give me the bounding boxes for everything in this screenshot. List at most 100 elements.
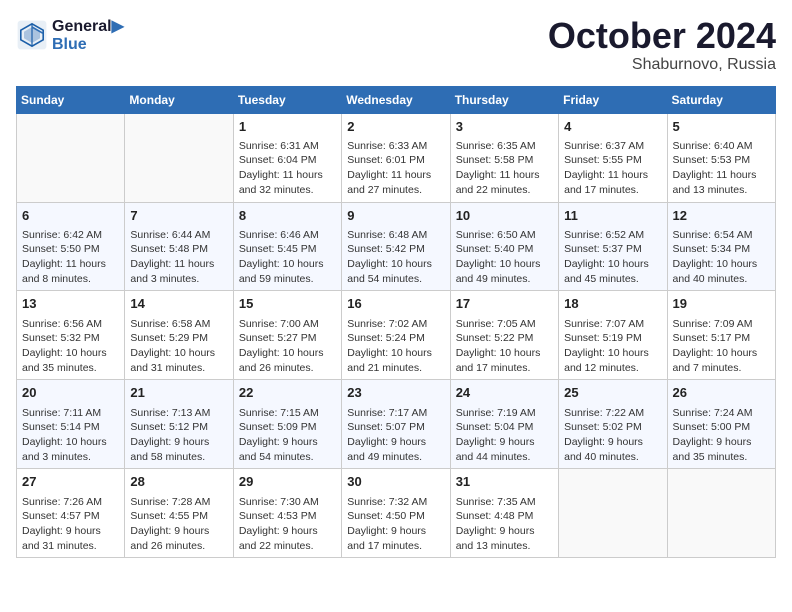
calendar-cell — [125, 113, 233, 202]
cell-content: Sunrise: 6:46 AMSunset: 5:45 PMDaylight:… — [239, 228, 336, 287]
calendar-cell: 16Sunrise: 7:02 AMSunset: 5:24 PMDayligh… — [342, 291, 450, 380]
calendar-cell: 4 Sunrise: 6:37 AMSunset: 5:55 PMDaylight… — [559, 113, 667, 202]
calendar-cell: 11 Sunrise: 6:52 AMSunset: 5:37 PMDayligh… — [559, 202, 667, 291]
cell-content: Sunrise: 7:15 AMSunset: 5:09 PMDaylight:… — [239, 406, 336, 465]
calendar-cell: 3Sunrise: 6:35 AMSunset: 5:58 PMDaylight… — [450, 113, 558, 202]
calendar-cell: 5 Sunrise: 6:40 AMSunset: 5:53 PMDaylight… — [667, 113, 775, 202]
calendar-week-row: 1 Sunrise: 6:31 AMSunset: 6:04 PMDaylight… — [17, 113, 776, 202]
cell-content: Sunrise: 6:33 AMSunset: 6:01 PMDaylight:… — [347, 139, 444, 198]
cell-content: Sunrise: 7:30 AMSunset: 4:53 PMDaylight:… — [239, 495, 336, 554]
calendar-cell: 19 Sunrise: 7:09 AMSunset: 5:17 PMDayligh… — [667, 291, 775, 380]
day-number: 23 — [347, 384, 444, 402]
cell-content: Sunrise: 7:26 AMSunset: 4:57 PMDaylight:… — [22, 495, 119, 554]
day-number: 2 — [347, 118, 444, 136]
day-number: 11 — [564, 207, 661, 225]
day-number: 18 — [564, 295, 661, 313]
day-number: 12 — [673, 207, 770, 225]
cell-content: Sunrise: 7:00 AMSunset: 5:27 PMDaylight:… — [239, 317, 336, 376]
cell-content: Sunrise: 7:09 AMSunset: 5:17 PMDaylight:… — [673, 317, 770, 376]
calendar-cell: 27 Sunrise: 7:26 AMSunset: 4:57 PMDayligh… — [17, 469, 125, 558]
logo-icon — [16, 19, 48, 51]
day-number: 9 — [347, 207, 444, 225]
cell-content: Sunrise: 7:13 AMSunset: 5:12 PMDaylight:… — [130, 406, 227, 465]
day-number: 6 — [22, 207, 119, 225]
day-number: 24 — [456, 384, 553, 402]
day-number: 22 — [239, 384, 336, 402]
calendar-cell: 24 Sunrise: 7:19 AMSunset: 5:04 PMDayligh… — [450, 380, 558, 469]
weekday-header-row: SundayMondayTuesdayWednesdayThursdayFrid… — [17, 86, 776, 113]
cell-content: Sunrise: 7:11 AMSunset: 5:14 PMDaylight:… — [22, 406, 119, 465]
calendar-cell: 10 Sunrise: 6:50 AMSunset: 5:40 PMDayligh… — [450, 202, 558, 291]
day-number: 14 — [130, 295, 227, 313]
cell-content: Sunrise: 6:50 AMSunset: 5:40 PMDaylight:… — [456, 228, 553, 287]
calendar-cell: 30Sunrise: 7:32 AMSunset: 4:50 PMDayligh… — [342, 469, 450, 558]
calendar-week-row: 13Sunrise: 6:56 AMSunset: 5:32 PMDayligh… — [17, 291, 776, 380]
day-number: 19 — [673, 295, 770, 313]
calendar-cell: 17 Sunrise: 7:05 AMSunset: 5:22 PMDayligh… — [450, 291, 558, 380]
day-number: 21 — [130, 384, 227, 402]
calendar-cell: 6 Sunrise: 6:42 AMSunset: 5:50 PMDaylight… — [17, 202, 125, 291]
cell-content: Sunrise: 7:24 AMSunset: 5:00 PMDaylight:… — [673, 406, 770, 465]
calendar-cell: 22 Sunrise: 7:15 AMSunset: 5:09 PMDayligh… — [233, 380, 341, 469]
day-number: 1 — [239, 118, 336, 136]
weekday-header-monday: Monday — [125, 86, 233, 113]
cell-content: Sunrise: 7:19 AMSunset: 5:04 PMDaylight:… — [456, 406, 553, 465]
cell-content: Sunrise: 6:48 AMSunset: 5:42 PMDaylight:… — [347, 228, 444, 287]
day-number: 13 — [22, 295, 119, 313]
calendar-cell: 21 Sunrise: 7:13 AMSunset: 5:12 PMDayligh… — [125, 380, 233, 469]
cell-content: Sunrise: 6:31 AMSunset: 6:04 PMDaylight:… — [239, 139, 336, 198]
day-number: 4 — [564, 118, 661, 136]
calendar-cell: 29 Sunrise: 7:30 AMSunset: 4:53 PMDayligh… — [233, 469, 341, 558]
cell-content: Sunrise: 6:42 AMSunset: 5:50 PMDaylight:… — [22, 228, 119, 287]
logo-text: General▶ Blue — [52, 16, 124, 54]
cell-content: Sunrise: 6:58 AMSunset: 5:29 PMDaylight:… — [130, 317, 227, 376]
weekday-header-wednesday: Wednesday — [342, 86, 450, 113]
cell-content: Sunrise: 6:52 AMSunset: 5:37 PMDaylight:… — [564, 228, 661, 287]
day-number: 25 — [564, 384, 661, 402]
day-number: 27 — [22, 473, 119, 491]
calendar-cell: 12 Sunrise: 6:54 AMSunset: 5:34 PMDayligh… — [667, 202, 775, 291]
cell-content: Sunrise: 7:07 AMSunset: 5:19 PMDaylight:… — [564, 317, 661, 376]
day-number: 20 — [22, 384, 119, 402]
weekday-header-tuesday: Tuesday — [233, 86, 341, 113]
calendar-cell: 28Sunrise: 7:28 AMSunset: 4:55 PMDayligh… — [125, 469, 233, 558]
calendar-cell: 25Sunrise: 7:22 AMSunset: 5:02 PMDayligh… — [559, 380, 667, 469]
calendar-cell: 26 Sunrise: 7:24 AMSunset: 5:00 PMDayligh… — [667, 380, 775, 469]
calendar-cell: 14 Sunrise: 6:58 AMSunset: 5:29 PMDayligh… — [125, 291, 233, 380]
weekday-header-sunday: Sunday — [17, 86, 125, 113]
day-number: 5 — [673, 118, 770, 136]
day-number: 29 — [239, 473, 336, 491]
weekday-header-friday: Friday — [559, 86, 667, 113]
weekday-header-thursday: Thursday — [450, 86, 558, 113]
cell-content: Sunrise: 7:35 AMSunset: 4:48 PMDaylight:… — [456, 495, 553, 554]
day-number: 16 — [347, 295, 444, 313]
cell-content: Sunrise: 6:44 AMSunset: 5:48 PMDaylight:… — [130, 228, 227, 287]
day-number: 8 — [239, 207, 336, 225]
calendar-cell: 9 Sunrise: 6:48 AMSunset: 5:42 PMDaylight… — [342, 202, 450, 291]
day-number: 26 — [673, 384, 770, 402]
calendar-cell: 7 Sunrise: 6:44 AMSunset: 5:48 PMDaylight… — [125, 202, 233, 291]
calendar-cell: 15Sunrise: 7:00 AMSunset: 5:27 PMDayligh… — [233, 291, 341, 380]
day-number: 10 — [456, 207, 553, 225]
calendar-cell — [559, 469, 667, 558]
page-header: General▶ Blue October 2024 Shaburnovo, R… — [16, 16, 776, 74]
month-title: October 2024 — [548, 16, 776, 56]
cell-content: Sunrise: 7:05 AMSunset: 5:22 PMDaylight:… — [456, 317, 553, 376]
calendar-cell: 31 Sunrise: 7:35 AMSunset: 4:48 PMDayligh… — [450, 469, 558, 558]
calendar-cell: 8 Sunrise: 6:46 AMSunset: 5:45 PMDaylight… — [233, 202, 341, 291]
calendar-cell: 2 Sunrise: 6:33 AMSunset: 6:01 PMDaylight… — [342, 113, 450, 202]
calendar-cell: 18 Sunrise: 7:07 AMSunset: 5:19 PMDayligh… — [559, 291, 667, 380]
cell-content: Sunrise: 6:37 AMSunset: 5:55 PMDaylight:… — [564, 139, 661, 198]
calendar-cell: 1 Sunrise: 6:31 AMSunset: 6:04 PMDaylight… — [233, 113, 341, 202]
calendar-week-row: 27 Sunrise: 7:26 AMSunset: 4:57 PMDayligh… — [17, 469, 776, 558]
day-number: 7 — [130, 207, 227, 225]
day-number: 17 — [456, 295, 553, 313]
calendar-cell — [17, 113, 125, 202]
cell-content: Sunrise: 6:40 AMSunset: 5:53 PMDaylight:… — [673, 139, 770, 198]
calendar-table: SundayMondayTuesdayWednesdayThursdayFrid… — [16, 86, 776, 559]
day-number: 31 — [456, 473, 553, 491]
calendar-cell — [667, 469, 775, 558]
day-number: 28 — [130, 473, 227, 491]
cell-content: Sunrise: 6:54 AMSunset: 5:34 PMDaylight:… — [673, 228, 770, 287]
cell-content: Sunrise: 6:35 AMSunset: 5:58 PMDaylight:… — [456, 139, 553, 198]
